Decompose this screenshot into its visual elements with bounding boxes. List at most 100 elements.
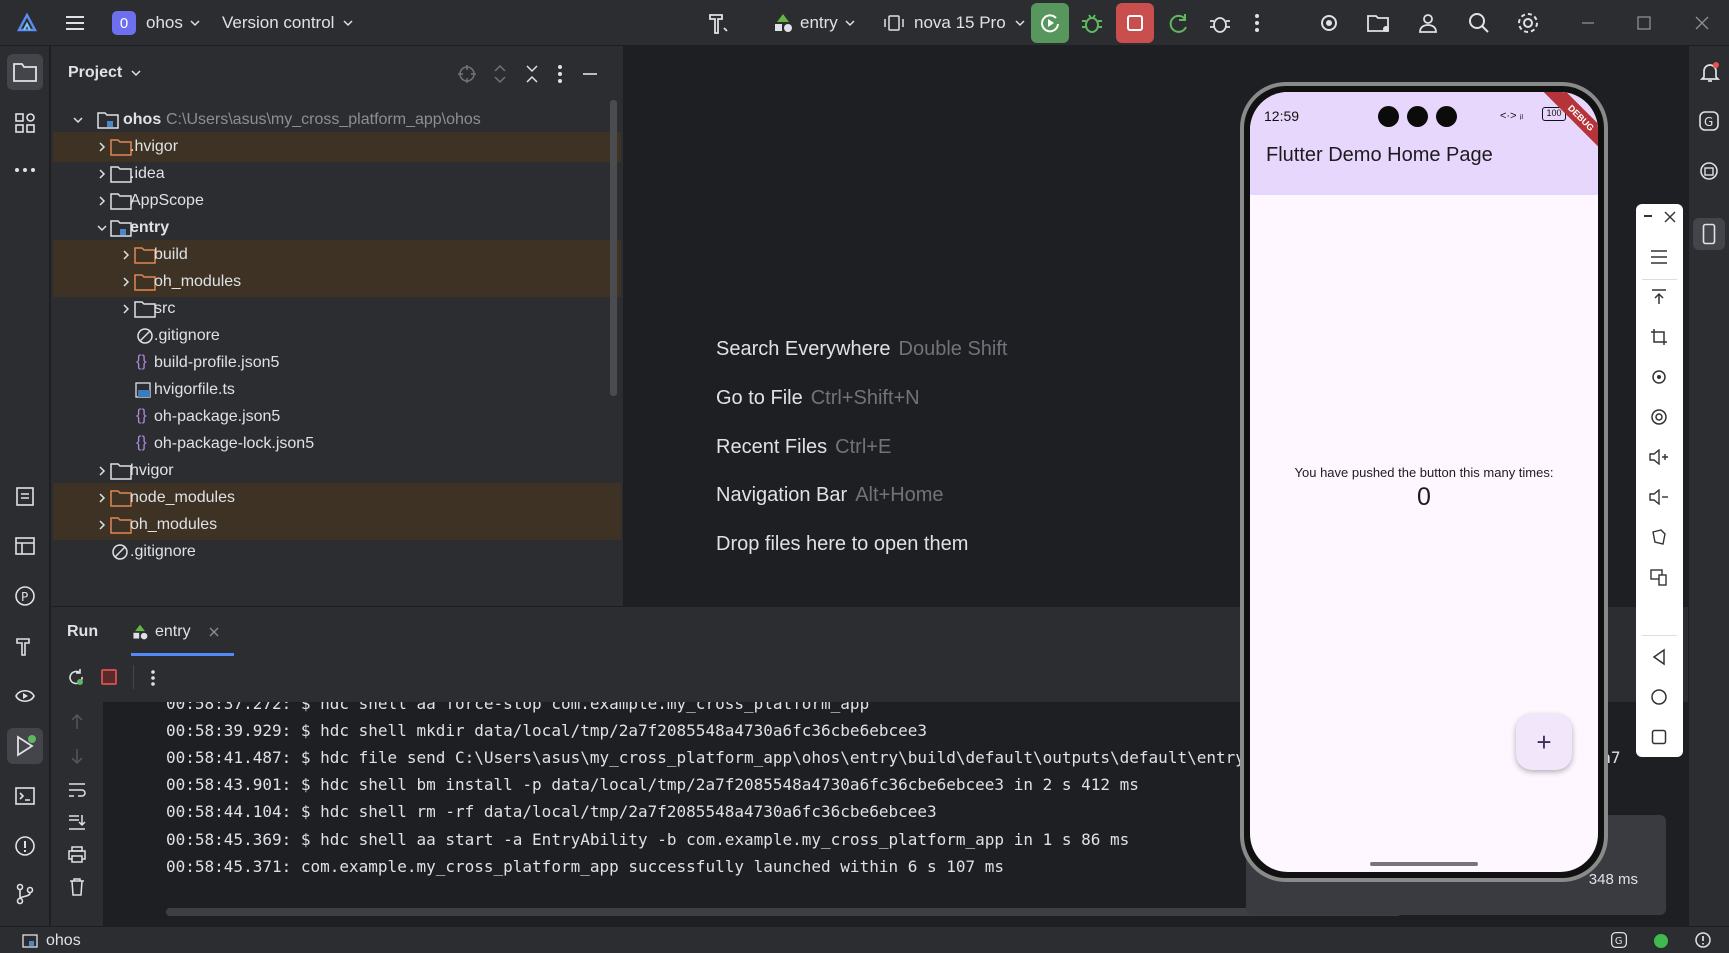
tree-item-entry-gitignore[interactable]: .gitignore: [53, 321, 621, 351]
volume-up-icon[interactable]: [1648, 446, 1670, 468]
project-view-selector[interactable]: Project: [68, 64, 142, 82]
tree-item-build[interactable]: build: [53, 240, 621, 270]
device-file-browser-icon[interactable]: [1366, 0, 1392, 46]
settings-gear-icon[interactable]: [1516, 0, 1540, 46]
more-vertical-icon[interactable]: [150, 669, 156, 692]
emulator-tool-button[interactable]: [1693, 218, 1725, 250]
tree-item-src[interactable]: src: [53, 294, 621, 324]
pin-top-icon[interactable]: [1648, 286, 1670, 308]
nav-recents-icon[interactable]: [1648, 726, 1670, 748]
components-icon: [15, 113, 35, 133]
version-control-tool-button[interactable]: [7, 876, 43, 912]
rerun-button[interactable]: [1031, 3, 1069, 43]
p-badge-icon: P: [15, 586, 35, 606]
apply-changes-icon[interactable]: [1166, 0, 1190, 46]
module-folder-icon: [110, 219, 132, 242]
menu-icon[interactable]: [1648, 246, 1670, 268]
status-ok-indicator[interactable]: [1654, 934, 1668, 948]
run-config-selector[interactable]: entry: [772, 0, 856, 46]
scroll-to-end-icon[interactable]: [67, 813, 87, 836]
device-selector[interactable]: nova 15 Pro: [884, 0, 1026, 46]
expand-all-icon[interactable]: [491, 64, 509, 89]
codegenie-icon[interactable]: G: [1698, 110, 1720, 137]
status-project[interactable]: ohos: [22, 932, 81, 950]
tree-item-oh-package[interactable]: {} oh-package.json5: [53, 402, 621, 432]
stop-button[interactable]: [1116, 3, 1154, 43]
print-icon[interactable]: [67, 845, 87, 868]
build-tool-button[interactable]: [7, 628, 43, 664]
main-menu-icon[interactable]: [64, 0, 86, 46]
version-control-menu[interactable]: Version control: [222, 0, 354, 46]
tree-item-oh-package-lock[interactable]: {} oh-package-lock.json5: [53, 429, 621, 459]
tree-item-entry-oh-modules[interactable]: oh_modules: [53, 267, 621, 297]
crop-screenshot-icon[interactable]: [1648, 326, 1670, 348]
rotate-icon[interactable]: [1648, 366, 1670, 388]
terminal-tool-button[interactable]: [7, 778, 43, 814]
options-vertical-icon[interactable]: [557, 64, 563, 89]
volume-down-icon[interactable]: [1648, 486, 1670, 508]
location-icon[interactable]: [1648, 406, 1670, 428]
rerun-icon: [1041, 14, 1059, 33]
profiler-tool-button[interactable]: P: [7, 578, 43, 614]
tree-item-node-modules[interactable]: node_modules: [53, 483, 621, 513]
close-icon[interactable]: [209, 627, 219, 637]
tree-item-idea[interactable]: .idea: [53, 159, 621, 189]
tree-item-root-oh-modules[interactable]: oh_modules: [53, 510, 621, 540]
console-h-scrollbar[interactable]: [166, 908, 1401, 916]
profiler-icon[interactable]: [1317, 0, 1341, 46]
minimize-icon[interactable]: [1644, 215, 1652, 217]
nav-back-icon[interactable]: [1648, 646, 1670, 668]
fold-icon[interactable]: [1648, 526, 1670, 548]
increment-fab[interactable]: +: [1516, 714, 1572, 770]
project-tool-button[interactable]: [7, 54, 43, 90]
phone-screen[interactable]: 12:59 <·> ᵢₗ 100 DEBUG Flutter Demo Home…: [1250, 92, 1598, 872]
tree-label: hvigor: [130, 462, 174, 479]
locate-icon[interactable]: [457, 64, 477, 89]
multi-device-icon[interactable]: [1648, 566, 1670, 588]
todo-tool-button[interactable]: [7, 478, 43, 514]
active-tab-underline: [131, 653, 234, 656]
tree-item-ohos-root[interactable]: ohos C:\Users\asus\my_cross_platform_app…: [53, 105, 621, 135]
tree-item-entry[interactable]: entry: [53, 213, 621, 243]
problems-tool-button[interactable]: [7, 828, 43, 864]
nav-home-icon[interactable]: [1648, 686, 1670, 708]
tree-item-appscope[interactable]: AppScope: [53, 186, 621, 216]
layout-tool-button[interactable]: [7, 528, 43, 564]
problems-status-icon[interactable]: [1694, 931, 1712, 953]
search-icon[interactable]: [1467, 0, 1491, 46]
soft-wrap-icon[interactable]: [67, 781, 87, 804]
debug-bug-icon[interactable]: [1080, 0, 1104, 46]
tree-item-hvigor-hidden[interactable]: .hvigor: [53, 132, 621, 162]
stop-icon[interactable]: [101, 669, 117, 685]
collapse-all-icon[interactable]: [523, 64, 541, 89]
excluded-folder-icon: [134, 246, 156, 269]
services-tool-button[interactable]: [7, 678, 43, 714]
account-icon[interactable]: [1416, 0, 1440, 46]
run-tool-button[interactable]: [7, 728, 43, 764]
attach-debugger-icon[interactable]: [1208, 0, 1232, 46]
device-manager-icon[interactable]: [1698, 160, 1720, 187]
tree-item-root-gitignore[interactable]: .gitignore: [53, 537, 621, 567]
tree-item-hvigorfile[interactable]: hvigorfile.ts: [53, 375, 621, 405]
codegenie-status-icon[interactable]: G: [1610, 931, 1628, 953]
more-tools-button[interactable]: [7, 152, 43, 188]
scroll-up-icon[interactable]: [69, 713, 85, 736]
scroll-down-icon[interactable]: [69, 747, 85, 770]
structure-tool-button[interactable]: [7, 105, 43, 141]
more-vertical-icon[interactable]: [1254, 0, 1260, 46]
tree-item-hvigor[interactable]: hvigor: [53, 456, 621, 486]
close-icon[interactable]: [1664, 210, 1676, 228]
window-close-icon[interactable]: [1694, 0, 1710, 46]
project-scrollbar[interactable]: [610, 100, 617, 396]
gesture-bar[interactable]: [1370, 862, 1478, 866]
tree-item-build-profile[interactable]: {} build-profile.json5: [53, 348, 621, 378]
window-minimize-icon[interactable]: [1580, 0, 1596, 46]
tab-entry[interactable]: entry: [131, 617, 219, 647]
project-switcher[interactable]: 0 ohos: [112, 0, 201, 46]
hide-panel-icon[interactable]: [581, 64, 599, 89]
build-hammer-icon[interactable]: [706, 0, 732, 46]
rerun-icon[interactable]: [65, 667, 85, 692]
notifications-bell-icon[interactable]: [1698, 60, 1722, 89]
window-maximize-icon[interactable]: [1636, 0, 1652, 46]
clear-all-icon[interactable]: [68, 877, 86, 902]
